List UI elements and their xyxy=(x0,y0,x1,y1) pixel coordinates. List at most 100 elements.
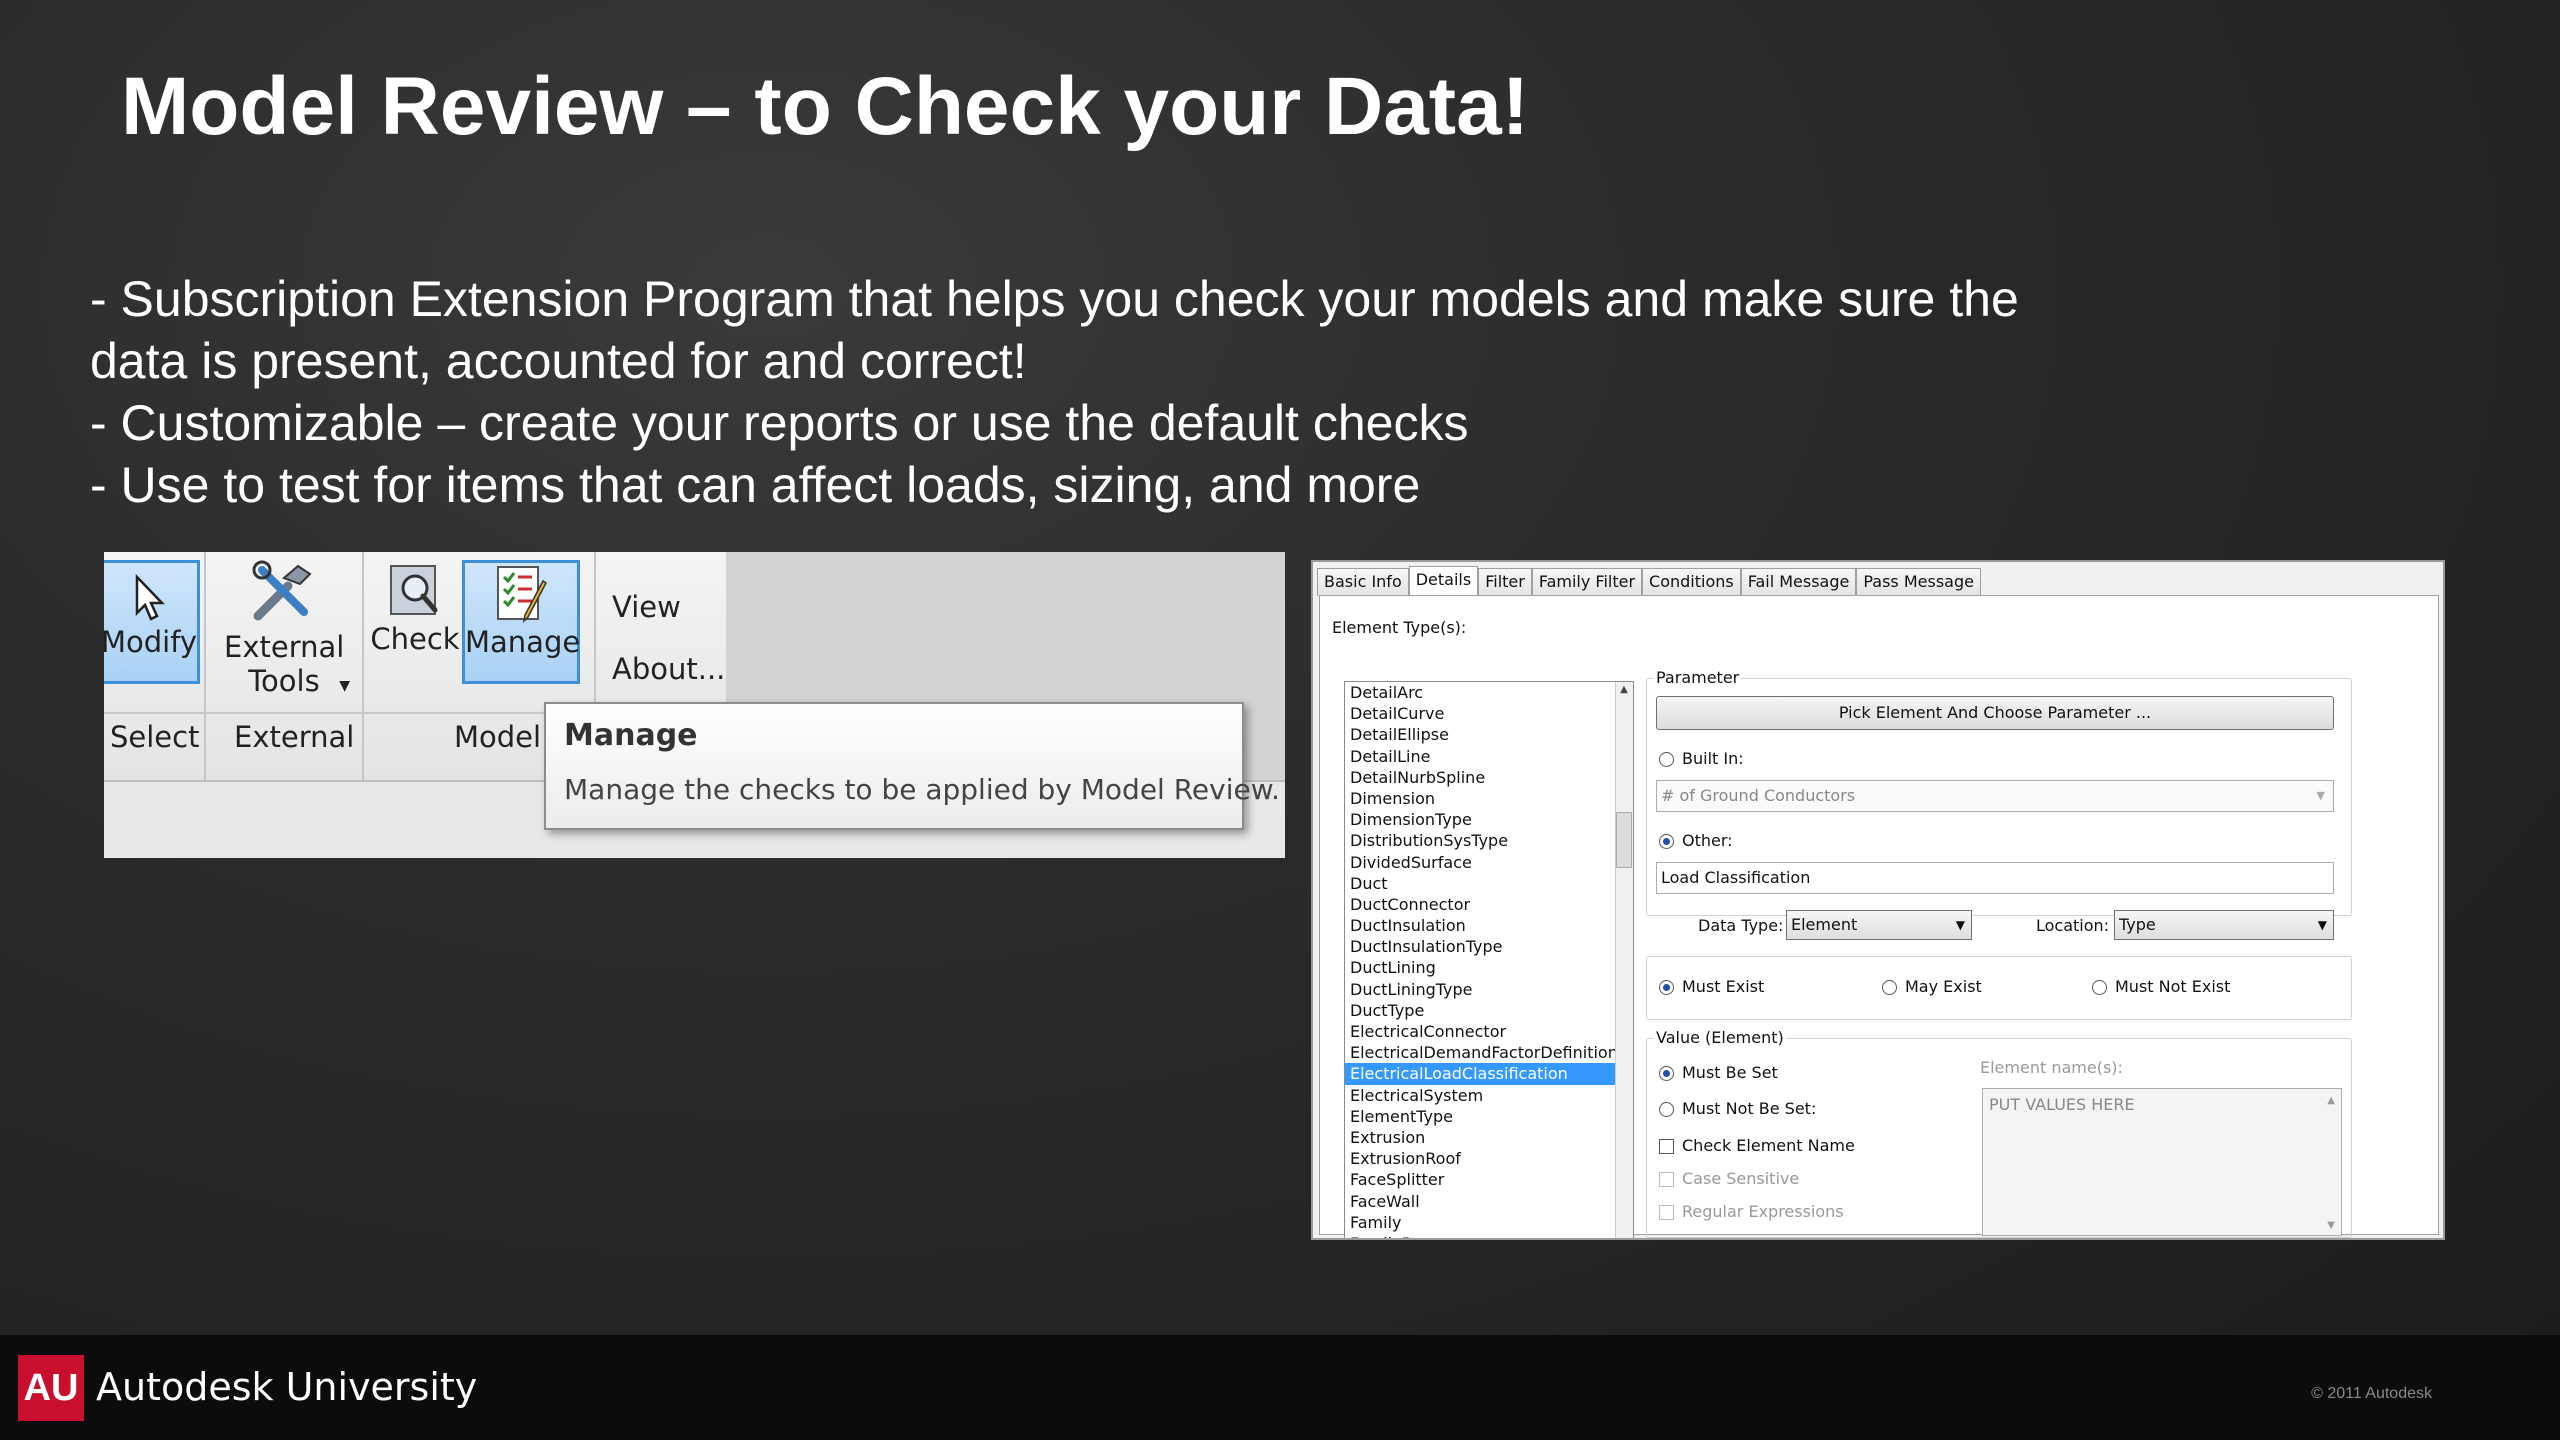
about-button[interactable]: About... xyxy=(612,652,725,692)
bullet-list: - Subscription Extension Program that he… xyxy=(90,268,2290,516)
other-radio[interactable] xyxy=(1659,834,1674,849)
ribbon-screenshot: Modify External Tools ▼ Check Manage Vie… xyxy=(104,552,1285,858)
case-sensitive-checkbox[interactable] xyxy=(1659,1172,1674,1187)
element-names-textarea[interactable]: PUT VALUES HERE ▲ ▼ xyxy=(1982,1088,2342,1236)
built-in-value: # of Ground Conductors xyxy=(1661,786,1856,805)
tab-family-filter[interactable]: Family Filter xyxy=(1531,568,1643,596)
tab-fail-message[interactable]: Fail Message xyxy=(1740,568,1857,596)
modify-button[interactable]: Modify xyxy=(104,560,200,684)
list-item[interactable]: DuctInsulation xyxy=(1345,915,1633,936)
manage-button[interactable]: Manage xyxy=(462,560,580,684)
footer-bar: AU Autodesk University © 2011 Autodesk xyxy=(0,1335,2560,1440)
list-item[interactable]: DetailCurve xyxy=(1345,703,1633,724)
external-label-1: External xyxy=(224,630,345,664)
list-item[interactable]: DetailArc xyxy=(1345,682,1633,703)
list-item[interactable]: ExtrusionRoof xyxy=(1345,1148,1633,1169)
must-not-exist-label: Must Not Exist xyxy=(2115,977,2231,996)
list-item[interactable]: ElectricalDemandFactorDefinition xyxy=(1345,1042,1633,1063)
list-item[interactable]: DetailEllipse xyxy=(1345,724,1633,745)
list-item[interactable]: Extrusion xyxy=(1345,1127,1633,1148)
list-item[interactable]: Family xyxy=(1345,1212,1633,1233)
list-item[interactable]: DuctConnector xyxy=(1345,894,1633,915)
must-not-be-set-label: Must Not Be Set: xyxy=(1682,1099,1817,1118)
list-item[interactable]: DetailLine xyxy=(1345,746,1633,767)
regular-expressions-label: Regular Expressions xyxy=(1682,1202,1844,1221)
list-item[interactable]: FaceSplitter xyxy=(1345,1169,1633,1190)
list-item[interactable]: DuctInsulationType xyxy=(1345,936,1633,957)
manage-label: Manage xyxy=(465,625,581,659)
data-type-select[interactable]: Element ▼ xyxy=(1786,910,1972,940)
list-item[interactable]: ElectricalLoadClassification xyxy=(1345,1063,1633,1085)
regular-expressions-checkbox[interactable] xyxy=(1659,1205,1674,1220)
view-button[interactable]: View xyxy=(612,590,692,630)
tools-icon xyxy=(252,560,312,621)
location-value: Type xyxy=(2119,915,2156,934)
group-model: Model xyxy=(454,720,542,754)
list-item[interactable]: DividedSurface xyxy=(1345,852,1633,873)
must-be-set-radio[interactable] xyxy=(1659,1066,1674,1081)
check-element-name-checkbox[interactable] xyxy=(1659,1139,1674,1154)
chevron-down-icon: ▼ xyxy=(2316,789,2325,802)
tab-filter[interactable]: Filter xyxy=(1478,568,1532,596)
model-review-dialog: Basic Info Details Filter Family Filter … xyxy=(1311,560,2445,1240)
details-panel: Element Type(s): DetailArc DetailCurve Det… xyxy=(1319,595,2439,1238)
ribbon-divider xyxy=(204,552,206,780)
scroll-thumb[interactable] xyxy=(1616,812,1632,868)
tooltip-title: Manage xyxy=(564,718,698,753)
list-item[interactable]: ElementType xyxy=(1345,1106,1633,1127)
list-item[interactable]: ElectricalSystem xyxy=(1345,1085,1633,1106)
chevron-down-icon: ▼ xyxy=(2317,918,2327,932)
check-label: Check xyxy=(370,622,460,656)
brand-name: Autodesk University xyxy=(96,1365,478,1409)
element-types-list[interactable]: DetailArc DetailCurve DetailEllipse DetailL… xyxy=(1344,681,1634,1238)
parameter-group-label: Parameter xyxy=(1654,668,1742,687)
tab-conditions[interactable]: Conditions xyxy=(1642,568,1741,596)
scroll-up-icon[interactable]: ▲ xyxy=(2327,1095,2335,1106)
list-item[interactable]: FaceWall xyxy=(1345,1191,1633,1212)
list-item[interactable]: Dimension xyxy=(1345,788,1633,809)
chevron-down-icon: ▼ xyxy=(1955,918,1965,932)
scroll-up-icon[interactable]: ▲ xyxy=(1617,684,1631,695)
must-not-exist-radio[interactable] xyxy=(2092,980,2107,995)
bullet-line: - Customizable – create your reports or … xyxy=(90,395,1469,451)
location-select[interactable]: Type ▼ xyxy=(2114,910,2334,940)
external-tools-button[interactable]: External Tools ▼ xyxy=(224,560,350,710)
list-item[interactable]: DuctLining xyxy=(1345,957,1633,978)
cursor-icon xyxy=(135,573,165,621)
scroll-down-icon[interactable]: ▼ xyxy=(2327,1220,2335,1231)
list-item[interactable]: ElectricalConnector xyxy=(1345,1021,1633,1042)
must-exist-label: Must Exist xyxy=(1682,977,1765,996)
may-exist-label: May Exist xyxy=(1905,977,1982,996)
group-select: Select xyxy=(110,720,200,754)
tab-basic-info[interactable]: Basic Info xyxy=(1317,568,1409,596)
tab-strip: Basic Info Details Filter Family Filter … xyxy=(1317,566,1981,596)
list-item[interactable]: DimensionType xyxy=(1345,809,1633,830)
tab-pass-message[interactable]: Pass Message xyxy=(1856,568,1981,596)
external-label-2: Tools xyxy=(248,664,320,698)
must-be-set-label: Must Be Set xyxy=(1682,1063,1778,1082)
list-item[interactable]: DistributionSysType xyxy=(1345,830,1633,851)
list-scrollbar[interactable]: ▲ ▼ xyxy=(1615,682,1633,1238)
modify-label: Modify xyxy=(104,625,198,659)
built-in-combo[interactable]: # of Ground Conductors ▼ xyxy=(1656,780,2334,812)
copyright-text: © 2011 Autodesk xyxy=(2311,1385,2432,1402)
tab-details[interactable]: Details xyxy=(1408,566,1479,596)
bullet-line: - Use to test for items that can affect … xyxy=(90,457,1421,513)
must-exist-radio[interactable] xyxy=(1659,980,1674,995)
may-exist-radio[interactable] xyxy=(1882,980,1897,995)
list-item[interactable]: DuctLiningType xyxy=(1345,979,1633,1000)
list-item[interactable]: DuctType xyxy=(1345,1000,1633,1021)
built-in-radio[interactable] xyxy=(1659,752,1674,767)
must-not-be-set-radio[interactable] xyxy=(1659,1102,1674,1117)
list-item[interactable]: FamilyBase xyxy=(1345,1233,1633,1238)
bullet-line: - Subscription Extension Program that he… xyxy=(90,271,2019,327)
pick-element-button[interactable]: Pick Element And Choose Parameter ... xyxy=(1656,696,2334,730)
list-item[interactable]: Duct xyxy=(1345,873,1633,894)
other-input[interactable]: Load Classification xyxy=(1656,862,2334,894)
view-label: View xyxy=(612,590,681,624)
list-item[interactable]: DetailNurbSpline xyxy=(1345,767,1633,788)
case-sensitive-label: Case Sensitive xyxy=(1682,1169,1800,1188)
chevron-down-icon: ▼ xyxy=(339,678,350,694)
other-value: Load Classification xyxy=(1661,868,1811,887)
check-button[interactable]: Check xyxy=(370,560,460,684)
